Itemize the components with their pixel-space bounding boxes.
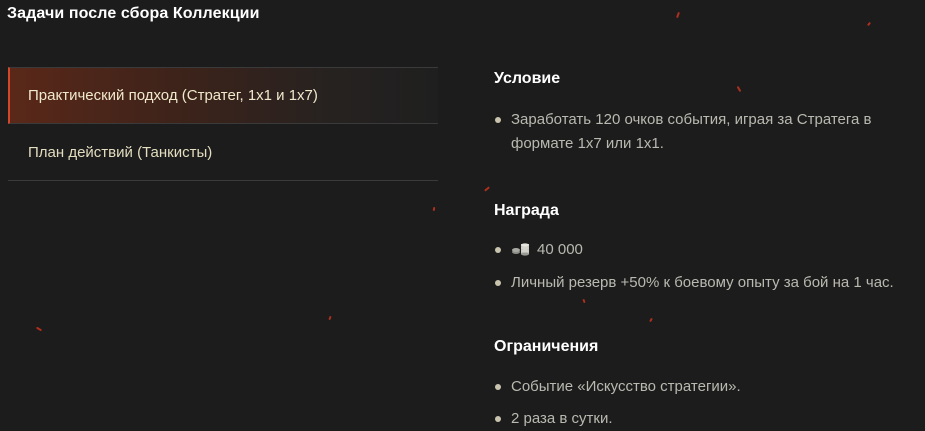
condition-list: Заработать 120 очков события, играя за С… xyxy=(494,108,924,156)
bullet-icon xyxy=(495,280,501,286)
list-item: Личный резерв +50% к боевому опыту за бо… xyxy=(494,271,924,295)
ember-decoration xyxy=(484,186,490,192)
condition-text: Заработать 120 очков события, играя за С… xyxy=(511,111,872,152)
list-item: Заработать 120 очков события, играя за С… xyxy=(494,108,924,156)
task-item-practical-approach[interactable]: Практический подход (Стратег, 1x1 и 1x7) xyxy=(8,67,438,124)
restriction-text: Событие «Искусство стратегии». xyxy=(511,378,741,395)
list-item: 2 раза в сутки. xyxy=(494,407,924,431)
restrictions-title: Ограничения xyxy=(494,338,599,355)
ember-decoration xyxy=(328,315,332,321)
task-list: Практический подход (Стратег, 1x1 и 1x7)… xyxy=(8,67,438,181)
ember-decoration xyxy=(35,326,43,332)
ember-decoration xyxy=(676,11,680,19)
bullet-icon xyxy=(495,247,501,253)
ember-decoration xyxy=(866,21,872,27)
ember-decoration xyxy=(736,85,742,93)
restrictions-list: Событие «Искусство стратегии». 2 раза в … xyxy=(494,375,924,431)
ember-decoration xyxy=(649,317,653,323)
restriction-text: 2 раза в сутки. xyxy=(511,410,613,427)
bullet-icon xyxy=(495,384,501,390)
list-item: 40 000 xyxy=(494,238,924,262)
condition-title: Условие xyxy=(494,70,561,87)
task-item-label: Практический подход (Стратег, 1x1 и 1x7) xyxy=(28,87,318,104)
task-item-label: План действий (Танкисты) xyxy=(28,143,213,161)
ember-decoration xyxy=(582,298,586,304)
reward-title: Награда xyxy=(494,202,559,219)
reward-list: 40 000 Личный резерв +50% к боевому опыт… xyxy=(494,238,924,295)
task-panel: Задачи после сбора Коллекции Практически… xyxy=(0,0,925,431)
ember-decoration xyxy=(432,206,436,212)
coins-icon xyxy=(512,243,529,256)
bullet-icon xyxy=(495,117,501,123)
list-item: Событие «Искусство стратегии». xyxy=(494,375,924,399)
bullet-icon xyxy=(495,416,501,422)
reward-text: Личный резерв +50% к боевому опыту за бо… xyxy=(511,274,894,291)
task-item-action-plan[interactable]: План действий (Танкисты) xyxy=(8,124,438,181)
page-title: Задачи после сбора Коллекции xyxy=(7,5,260,22)
credits-amount: 40 000 xyxy=(537,241,583,258)
